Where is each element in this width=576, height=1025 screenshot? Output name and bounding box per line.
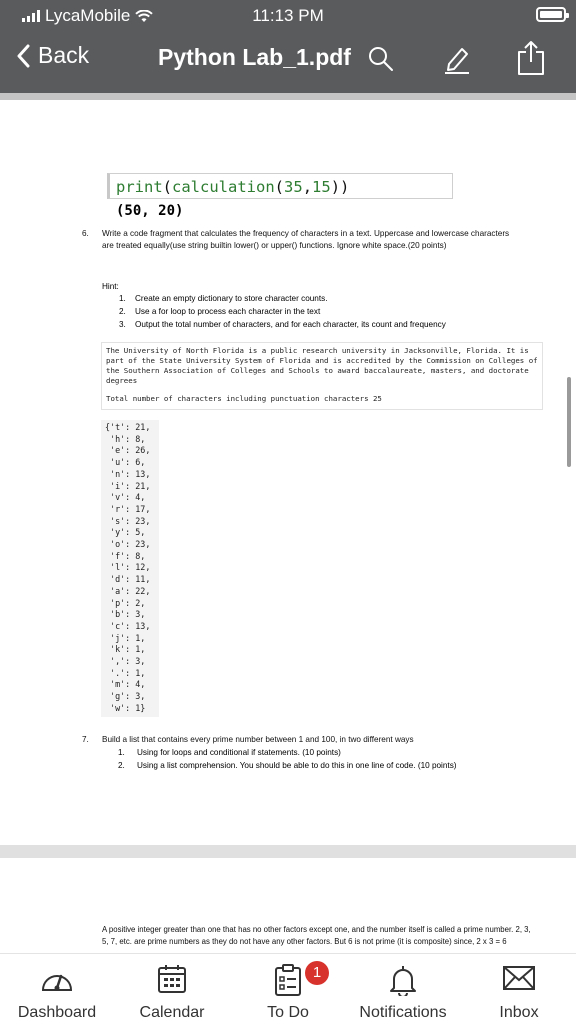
dict-line: 'e': 26, bbox=[105, 445, 151, 456]
dict-line: 'm': 4, bbox=[105, 679, 146, 690]
page-divider bbox=[0, 93, 576, 100]
sample-text: The University of North Florida is a pub… bbox=[106, 346, 538, 385]
dict-line: 's': 23, bbox=[105, 515, 151, 526]
clock: 11:13 PM bbox=[252, 6, 324, 25]
dict-line: 'a': 22, bbox=[105, 585, 151, 596]
dict-line: '.': 1, bbox=[105, 667, 146, 678]
tab-todo[interactable]: 1 To Do bbox=[233, 954, 343, 1025]
hint-list: 1. Create an empty dictionary to store ch… bbox=[119, 292, 446, 331]
dict-line: 'o': 23, bbox=[105, 539, 151, 550]
dict-line: 'k': 1, bbox=[105, 644, 146, 655]
scrollbar[interactable] bbox=[567, 377, 571, 467]
chevron-left-icon bbox=[17, 44, 30, 67]
question-7-list: 1. Using for loops and conditional if sta… bbox=[118, 747, 457, 772]
dict-line: 'w': 1} bbox=[105, 702, 146, 713]
battery-icon bbox=[536, 7, 569, 22]
hint-label: Hint: bbox=[102, 282, 119, 291]
tab-label: Notifications bbox=[359, 1004, 447, 1021]
question-7-item: 2. Using a list comprehension. You should… bbox=[118, 760, 457, 770]
dict-line: {'t': 21, bbox=[105, 422, 151, 432]
question-7: 7. Build a list that contains every prim… bbox=[82, 734, 414, 746]
code-input-cell: print(calculation(35,15)) bbox=[107, 173, 453, 199]
dict-line: 'n': 13, bbox=[105, 468, 151, 479]
todo-icon bbox=[275, 964, 301, 996]
question-6-number: 6. bbox=[82, 229, 89, 238]
dict-line: 'g': 3, bbox=[105, 691, 146, 702]
sample-output-box: The University of North Florida is a pub… bbox=[101, 342, 543, 410]
hint-item: 3. Output the total number of characters,… bbox=[119, 320, 446, 329]
code-input-text: print(calculation(35,15)) bbox=[116, 178, 350, 196]
document-title: Python Lab_1.pdf bbox=[158, 44, 351, 70]
tab-label: To Do bbox=[267, 1004, 309, 1021]
hint-item: 1. Create an empty dictionary to store ch… bbox=[119, 294, 328, 303]
dict-line: 'h': 8, bbox=[105, 433, 146, 444]
back-button[interactable]: Back bbox=[16, 42, 89, 69]
code-output: (50, 20) bbox=[116, 203, 184, 219]
frequency-dictionary-output: {'t': 21, 'h': 8, 'e': 26, 'u': 6, 'n': … bbox=[101, 420, 159, 717]
tab-calendar[interactable]: Calendar bbox=[117, 954, 227, 1025]
share-icon[interactable] bbox=[516, 40, 546, 76]
dict-line: 'v': 4, bbox=[105, 492, 146, 503]
dict-line: 'p': 2, bbox=[105, 597, 146, 608]
bottom-tab-bar: Dashboard Calendar 1 To Do Notifications bbox=[0, 953, 576, 1025]
dict-line: ',': 3, bbox=[105, 656, 146, 667]
top-bar: LycaMobile 11:13 PM Back Python Lab_1.pd… bbox=[0, 0, 576, 100]
hint-item: 2. Use a for loop to process each charact… bbox=[119, 307, 321, 316]
search-icon[interactable] bbox=[368, 46, 394, 72]
dict-line: 'i': 21, bbox=[105, 480, 151, 491]
tab-label: Dashboard bbox=[17, 1004, 97, 1021]
tab-notifications[interactable]: Notifications bbox=[348, 954, 458, 1025]
tab-dashboard[interactable]: Dashboard bbox=[2, 954, 112, 1025]
tab-label: Calendar bbox=[139, 1004, 205, 1021]
dashboard-icon bbox=[41, 974, 73, 991]
question-7-number: 7. bbox=[82, 735, 89, 744]
question-6-text: Write a code fragment that calculates th… bbox=[102, 229, 510, 250]
question-7-item: 1. Using for loops and conditional if sta… bbox=[118, 748, 341, 757]
back-label: Back bbox=[38, 42, 90, 68]
prime-definition-text: A positive integer greater than one that… bbox=[102, 925, 531, 946]
dict-line: 'y': 5, bbox=[105, 527, 146, 538]
inbox-icon bbox=[503, 966, 535, 990]
pdf-page-2[interactable]: A positive integer greater than one that… bbox=[0, 858, 576, 953]
dict-line: 'd': 11, bbox=[105, 574, 151, 585]
nav-bar: Back Python Lab_1.pdf bbox=[0, 38, 576, 82]
tab-inbox[interactable]: Inbox bbox=[464, 954, 574, 1025]
dict-line: 'r': 17, bbox=[105, 503, 151, 514]
status-bar: LycaMobile 11:13 PM bbox=[0, 0, 576, 32]
total-characters-line: Total number of characters including pun… bbox=[106, 394, 382, 403]
question-6: 6. Write a code fragment that calculates… bbox=[82, 228, 509, 250]
calendar-icon bbox=[158, 965, 186, 993]
tab-label: Inbox bbox=[499, 1004, 539, 1021]
question-7-text: Build a list that contains every prime n… bbox=[102, 735, 414, 744]
dict-line: 'j': 1, bbox=[105, 632, 146, 643]
dict-line: 'c': 13, bbox=[105, 620, 151, 631]
dict-line: 'l': 12, bbox=[105, 562, 151, 573]
dict-line: 'u': 6, bbox=[105, 457, 146, 468]
dict-line: 'b': 3, bbox=[105, 609, 146, 620]
todo-badge: 1 bbox=[305, 961, 329, 985]
dict-line: 'f': 8, bbox=[105, 550, 146, 561]
bell-icon bbox=[390, 966, 416, 996]
pdf-page[interactable]: print(calculation(35,15)) (50, 20) 6. Wr… bbox=[0, 100, 576, 845]
annotate-pen-icon[interactable] bbox=[443, 44, 471, 74]
